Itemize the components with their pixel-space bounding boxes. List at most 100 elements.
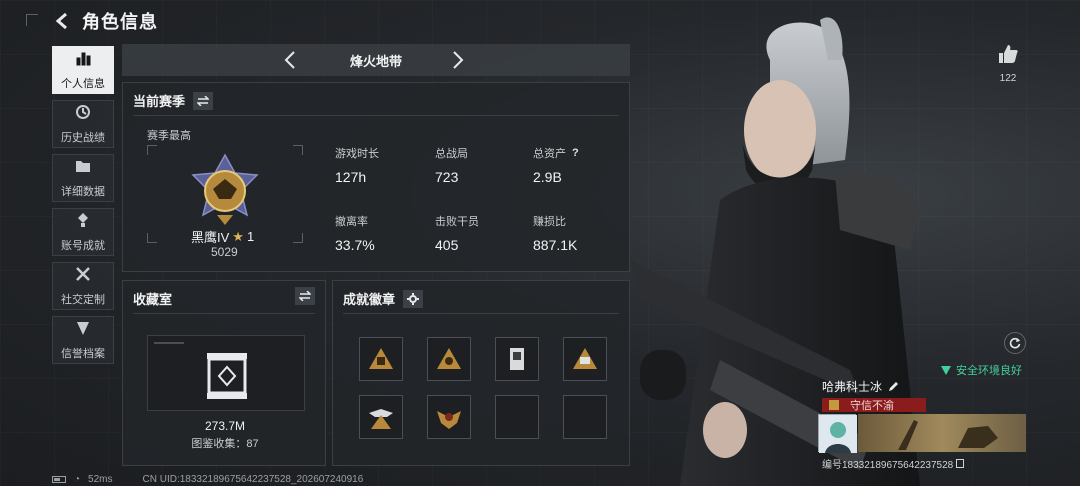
achievement-badge[interactable] <box>495 337 539 381</box>
divider <box>343 313 619 314</box>
swap-icon <box>299 291 311 301</box>
player-name-card: 哈弗科士冰 守信不渝 编号1833218967564223752​8 <box>818 378 1028 471</box>
achievement-badge[interactable] <box>359 337 403 381</box>
stat-value: 887.1K <box>533 237 578 253</box>
sidebar-item-personal-info[interactable]: 个人信息 <box>52 46 114 94</box>
eagle-badge-icon <box>437 411 461 429</box>
stat-label: 赚损比 <box>533 216 566 228</box>
season-best-label: 赛季最高 <box>147 130 191 142</box>
stat-total-assets: 总资产? 2.9B <box>533 145 579 185</box>
rank-score: 5029 <box>211 245 238 259</box>
bar-chart-icon <box>75 50 91 71</box>
achievement-badge[interactable] <box>359 395 403 439</box>
corner-decoration <box>26 14 38 26</box>
winged-badge-icon <box>369 409 393 429</box>
stat-play-time: 游戏时长 127h <box>335 145 379 185</box>
achievement-empty-slot[interactable] <box>495 395 539 439</box>
like-button[interactable]: 122 <box>994 44 1022 84</box>
collection-count: 图鉴收集：87 <box>191 438 259 450</box>
stat-label: 游戏时长 <box>335 148 379 160</box>
achievement-badge[interactable] <box>427 337 471 381</box>
like-count: 122 <box>999 73 1017 84</box>
divider <box>133 313 315 314</box>
collection-value: 273.7M <box>204 419 246 433</box>
rank-stars: 1 <box>246 229 255 244</box>
achievement-badge[interactable] <box>563 337 607 381</box>
card-badge-icon <box>510 348 524 370</box>
stat-value: 2.9B <box>533 169 562 185</box>
collection-title: 收藏室 <box>133 292 173 307</box>
shield-icon <box>75 320 91 341</box>
chevron-right-icon[interactable] <box>448 50 468 70</box>
switch-season-button[interactable] <box>193 91 214 110</box>
help-icon[interactable]: ? <box>572 147 579 159</box>
stat-value: 405 <box>435 237 459 253</box>
star-icon: ★ <box>232 228 244 244</box>
uid-text: CN UID:1833218967564223752​8_20260724091… <box>142 474 364 485</box>
avatar-portrait <box>819 415 857 453</box>
card-uid: 编号1833218967564223752​8 <box>822 456 965 471</box>
chevron-left-icon[interactable] <box>280 50 300 70</box>
safe-environment-status: 安全环境良好 <box>940 362 1022 378</box>
sidebar-item-achievements[interactable]: 账号成就 <box>52 208 114 256</box>
page-title: 角色信息 <box>82 12 158 32</box>
sidebar-item-label: 个人信息 <box>61 77 105 90</box>
medal-icon <box>75 212 91 233</box>
refresh-icon <box>1009 337 1021 349</box>
credit-emblem-icon <box>829 400 839 410</box>
player-name-text: 哈弗科士冰 <box>822 380 883 394</box>
achievement-badge[interactable] <box>427 395 471 439</box>
mode-selector: 烽火地带 <box>122 44 630 76</box>
profile-banner <box>858 414 1026 452</box>
refresh-button[interactable] <box>1004 332 1026 354</box>
thumbs-up-icon <box>999 45 1018 63</box>
header: 角色信息 <box>52 8 158 34</box>
battery-icon <box>52 476 66 483</box>
settings-button[interactable] <box>403 289 424 308</box>
ping-text: 52ms <box>88 474 113 485</box>
edit-icon[interactable] <box>888 381 899 392</box>
season-panel: 当前赛季 赛季最高 黑鹰IV ★ 1 5029 游戏时长 127h 总战局 72… <box>122 82 630 272</box>
card-uid-text: 编号1833218967564223752​8 <box>822 460 954 471</box>
stat-kills: 击败干员 405 <box>435 213 479 253</box>
stat-extract-rate: 撤离率 33.7% <box>335 213 375 253</box>
safe-text: 安全环境良好 <box>956 365 1022 377</box>
stat-total-matches: 总战局 723 <box>435 145 468 185</box>
pyramid-badge-icon <box>369 348 393 369</box>
switch-collection-button[interactable] <box>295 287 315 305</box>
wifi-icon: ◔ <box>74 474 81 485</box>
swap-icon <box>197 95 210 106</box>
tools-icon <box>75 266 91 287</box>
pyramid-badge-icon <box>573 348 597 369</box>
sidebar-item-history[interactable]: 历史战绩 <box>52 100 114 148</box>
mode-name: 烽火地带 <box>349 53 402 69</box>
stat-label: 总资产 <box>533 148 566 160</box>
player-name: 哈弗科士冰 <box>822 378 899 395</box>
sidebar: 个人信息 历史战绩 详细数据 账号成就 社交定制 信誉档案 <box>52 46 114 370</box>
stat-value: 127h <box>335 169 367 185</box>
rank-name: 黑鹰IV ★ 1 <box>191 227 254 246</box>
status-bar: ◔ 52ms CN UID:1833218967564223752​8_2026… <box>52 474 363 485</box>
sidebar-item-label: 信誉档案 <box>61 347 105 360</box>
rank-badge-icon <box>191 153 259 225</box>
avatar[interactable] <box>818 414 857 453</box>
display-cabinet-icon <box>207 353 247 399</box>
sidebar-item-label: 详细数据 <box>61 185 105 198</box>
sidebar-item-reputation[interactable]: 信誉档案 <box>52 316 114 364</box>
gear-icon <box>407 292 420 305</box>
credit-badge: 守信不渝 <box>822 398 926 412</box>
achievement-empty-slot[interactable] <box>563 395 607 439</box>
pyramid-badge-icon <box>437 348 461 369</box>
sidebar-item-details[interactable]: 详细数据 <box>52 154 114 202</box>
sidebar-item-social[interactable]: 社交定制 <box>52 262 114 310</box>
copy-icon[interactable] <box>956 459 965 468</box>
history-icon <box>75 104 91 125</box>
shield-check-icon <box>941 365 951 375</box>
sidebar-item-label: 社交定制 <box>61 293 105 306</box>
stat-label: 击败干员 <box>435 216 479 228</box>
stat-label: 总战局 <box>435 148 468 160</box>
stat-value: 33.7% <box>335 237 375 253</box>
collection-panel[interactable]: 收藏室 273.7M 图鉴收集：87 <box>122 280 326 466</box>
back-arrow-icon[interactable] <box>52 10 72 32</box>
stat-profit-ratio: 赚损比 887.1K <box>533 213 577 253</box>
